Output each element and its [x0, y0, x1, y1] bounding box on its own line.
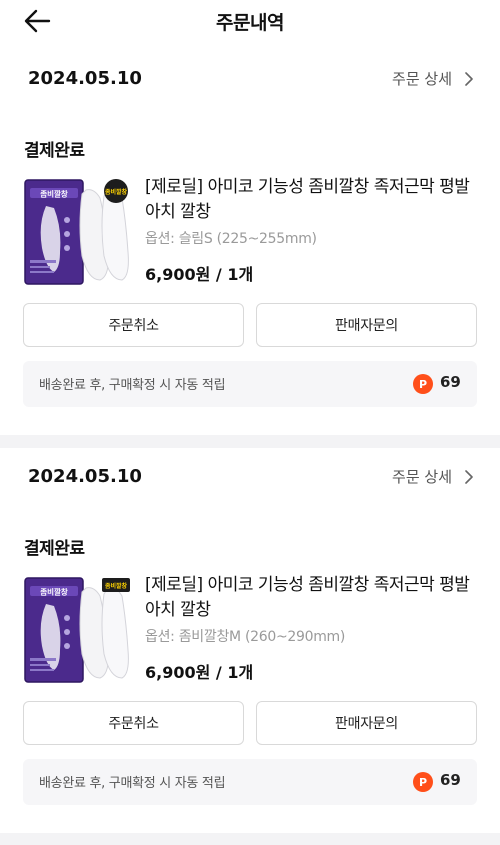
thumb-logo-text: 좀비깔창 — [40, 587, 68, 597]
product-price: 6,900원 / 1개 — [145, 265, 254, 284]
chevron-right-icon — [465, 469, 473, 484]
point-value: 69 — [440, 771, 461, 789]
point-info-box: 배송완료 후, 구매확정 시 자동 적립 P 69 — [23, 759, 477, 805]
insole-product-image: 좀비깔창 좀비깔창 — [24, 574, 132, 684]
seller-inquiry-button[interactable]: 판매자문의 — [256, 701, 477, 745]
thumb-badge-text: 좀비깔창 — [105, 188, 128, 196]
page-title: 주문내역 — [216, 12, 284, 34]
app-header: 주문내역 — [0, 0, 500, 44]
point-icon: P — [413, 374, 433, 394]
cancel-order-button[interactable]: 주문취소 — [23, 701, 244, 745]
cancel-order-button[interactable]: 주문취소 — [23, 303, 244, 347]
order-date: 2024.05.10 — [28, 68, 142, 89]
thumb-logo-text: 좀비깔창 — [40, 189, 68, 199]
order-card: 2024.05.10 주문 상세 결제완료 좀비깔창 좀비깔창 [제로딜] 아미… — [0, 50, 500, 435]
order-card: 2024.05.10 주문 상세 결제완료 좀비깔창 좀비깔창 [제로딜] 아미… — [0, 448, 500, 833]
order-date: 2024.05.10 — [28, 466, 142, 487]
section-divider — [0, 833, 500, 845]
thumb-badge-text: 좀비깔창 — [105, 582, 128, 590]
order-detail-link[interactable]: 주문 상세 — [392, 466, 474, 487]
order-status: 결제완료 — [24, 141, 85, 161]
point-info-box: 배송완료 후, 구매확정 시 자동 적립 P 69 — [23, 361, 477, 407]
order-detail-link[interactable]: 주문 상세 — [392, 68, 474, 89]
section-divider — [0, 435, 500, 448]
product-thumbnail[interactable]: 좀비깔창 좀비깔창 — [24, 176, 132, 286]
product-name[interactable]: [제로딜] 아미코 기능성 좀비깔창 족저근막 평발 아치 깔창 — [145, 573, 485, 623]
product-name[interactable]: [제로딜] 아미코 기능성 좀비깔창 족저근막 평발 아치 깔창 — [145, 175, 485, 225]
order-detail-label: 주문 상세 — [392, 468, 452, 486]
product-option: 옵션: 좀비깔창M (260~290mm) — [145, 629, 346, 645]
point-icon: P — [413, 772, 433, 792]
insole-product-image: 좀비깔창 좀비깔창 — [24, 176, 132, 286]
seller-inquiry-button[interactable]: 판매자문의 — [256, 303, 477, 347]
point-value: 69 — [440, 373, 461, 391]
order-detail-label: 주문 상세 — [392, 70, 452, 88]
point-info-text: 배송완료 후, 구매확정 시 자동 적립 — [39, 378, 226, 393]
product-thumbnail[interactable]: 좀비깔창 좀비깔창 — [24, 574, 132, 684]
product-price: 6,900원 / 1개 — [145, 663, 254, 682]
order-status: 결제완료 — [24, 539, 85, 559]
point-info-text: 배송완료 후, 구매확정 시 자동 적립 — [39, 776, 226, 791]
product-option: 옵션: 슬림S (225~255mm) — [145, 231, 317, 247]
chevron-right-icon — [465, 71, 473, 86]
